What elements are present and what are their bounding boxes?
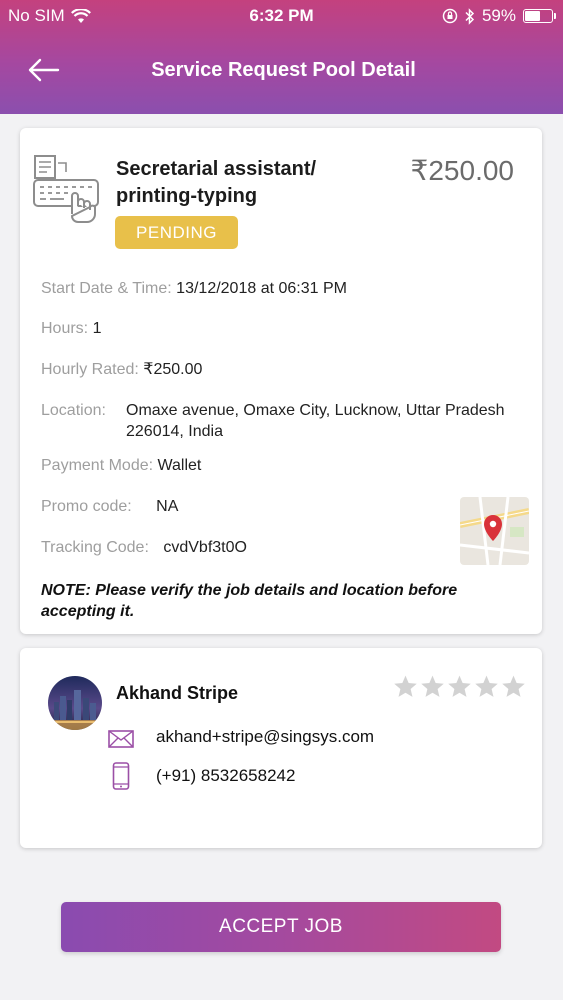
hourly-rate-label: Hourly Rated: bbox=[41, 361, 139, 378]
customer-card: Akhand Stripe akhand+stripe@singsys.com … bbox=[20, 648, 542, 848]
rating-stars bbox=[393, 674, 526, 699]
customer-email[interactable]: akhand+stripe@singsys.com bbox=[156, 727, 374, 747]
location-label: Location: bbox=[41, 402, 106, 419]
promo-value: NA bbox=[156, 498, 179, 515]
email-icon bbox=[108, 730, 134, 748]
tracking-row: Tracking Code: cvdVbf3t0O bbox=[41, 537, 247, 558]
job-title: Secretarial assistant/ printing-typing bbox=[116, 158, 317, 207]
payment-label: Payment Mode: bbox=[41, 457, 154, 474]
customer-name: Akhand Stripe bbox=[116, 683, 239, 703]
start-date-row: Start Date & Time: 13/12/2018 at 06:31 P… bbox=[41, 278, 347, 299]
accept-job-button[interactable]: ACCEPT JOB bbox=[61, 902, 501, 952]
promo-row: Promo code: NA bbox=[41, 496, 178, 517]
avatar bbox=[48, 676, 102, 730]
location-map-thumbnail[interactable] bbox=[460, 497, 529, 565]
job-price: ₹250.00 bbox=[410, 155, 514, 186]
start-date-value: 13/12/2018 at 06:31 PM bbox=[176, 280, 347, 297]
battery-icon bbox=[523, 9, 556, 23]
bluetooth-icon bbox=[465, 7, 475, 25]
star-icon bbox=[421, 675, 444, 697]
tracking-value: cvdVbf3t0O bbox=[163, 539, 247, 556]
hours-row: Hours: 1 bbox=[41, 318, 101, 339]
app-header: No SIM 6:32 PM 59% Service Request Pool … bbox=[0, 0, 563, 114]
payment-value: Wallet bbox=[157, 457, 202, 474]
star-icon bbox=[475, 675, 498, 697]
tracking-label: Tracking Code: bbox=[41, 539, 149, 556]
hours-label: Hours: bbox=[41, 320, 89, 337]
customer-phone[interactable]: (+91) 8532658242 bbox=[156, 766, 295, 786]
hourly-rate-value: ₹250.00 bbox=[143, 361, 203, 378]
verification-note: NOTE: Please verify the job details and … bbox=[41, 582, 458, 620]
location-value: Omaxe avenue, Omaxe City, Lucknow, Uttar… bbox=[126, 402, 505, 440]
promo-label: Promo code: bbox=[41, 498, 132, 515]
status-bar: No SIM 6:32 PM 59% bbox=[0, 0, 563, 32]
orientation-lock-icon bbox=[442, 8, 458, 24]
star-icon bbox=[394, 675, 417, 697]
page-title: Service Request Pool Detail bbox=[151, 59, 416, 81]
star-icon bbox=[502, 675, 525, 697]
mobile-phone-icon bbox=[112, 762, 130, 790]
location-row: Location: bbox=[41, 400, 106, 421]
battery-percent: 59% bbox=[481, 6, 516, 25]
star-icon bbox=[448, 675, 471, 697]
keyboard-typing-icon bbox=[32, 152, 102, 224]
status-badge: PENDING bbox=[115, 216, 238, 249]
hours-value: 1 bbox=[92, 320, 102, 337]
job-detail-card: Secretarial assistant/ printing-typing ₹… bbox=[20, 128, 542, 634]
hourly-rate-row: Hourly Rated: ₹250.00 bbox=[41, 359, 202, 380]
payment-row: Payment Mode: Wallet bbox=[41, 455, 201, 476]
start-date-label: Start Date & Time: bbox=[41, 280, 172, 297]
battery-level bbox=[525, 11, 540, 21]
nav-bar: Service Request Pool Detail bbox=[0, 46, 563, 96]
